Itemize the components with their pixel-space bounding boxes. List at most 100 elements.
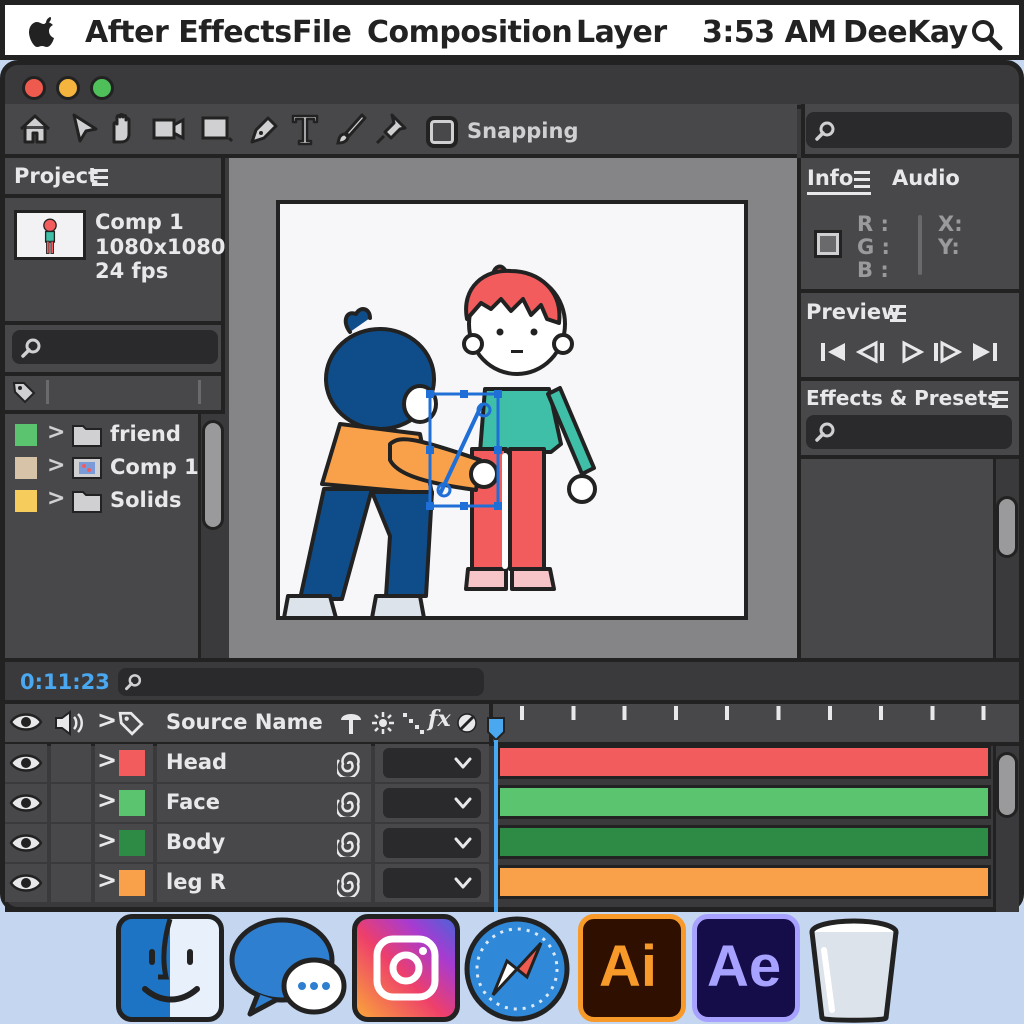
label-color-swatch[interactable] xyxy=(15,490,37,512)
panel-divider xyxy=(5,194,225,198)
home-icon[interactable] xyxy=(18,112,52,146)
label-color-swatch[interactable] xyxy=(119,830,145,856)
label-color-swatch[interactable] xyxy=(119,750,145,776)
layer-duration-bar[interactable] xyxy=(497,825,991,859)
label-color-swatch[interactable] xyxy=(15,424,37,446)
layer-row[interactable]: > leg R xyxy=(5,864,489,902)
label-tag-icon[interactable] xyxy=(118,710,144,736)
composition-menu[interactable]: Composition xyxy=(367,15,573,50)
panel-menu-icon[interactable] xyxy=(992,390,1008,408)
chevron-down-icon[interactable] xyxy=(453,754,473,772)
layer-row[interactable]: > Body xyxy=(5,824,489,862)
tab-info[interactable]: Info xyxy=(807,166,853,190)
close-window-button[interactable] xyxy=(22,76,46,100)
previous-frame-icon[interactable] xyxy=(856,340,888,364)
first-frame-icon[interactable] xyxy=(818,340,848,364)
hand-icon[interactable] xyxy=(106,112,140,146)
chevron-right-icon[interactable]: > xyxy=(97,866,117,894)
motion-blur-icon[interactable] xyxy=(456,712,478,734)
user-name[interactable]: DeeKay xyxy=(843,15,968,50)
chevron-right-icon[interactable]: > xyxy=(47,453,65,478)
visibility-eye-icon[interactable] xyxy=(9,791,43,815)
chevron-right-icon[interactable]: > xyxy=(47,420,65,445)
visibility-eye-icon[interactable] xyxy=(9,751,43,775)
swirl-icon[interactable] xyxy=(337,871,363,897)
visibility-eye-icon[interactable] xyxy=(9,871,43,895)
selection-arrow-icon[interactable] xyxy=(68,112,102,146)
audio-cell[interactable] xyxy=(51,744,91,782)
panel-menu-icon[interactable] xyxy=(890,304,906,322)
layer-menu[interactable]: Layer xyxy=(576,15,667,50)
panel-menu-icon[interactable] xyxy=(92,168,108,186)
safari-icon[interactable] xyxy=(462,914,572,1024)
visibility-eye-icon[interactable] xyxy=(9,831,43,855)
list-item[interactable]: > Comp 1 xyxy=(5,453,200,483)
layer-duration-bar[interactable] xyxy=(497,785,991,819)
swirl-icon[interactable] xyxy=(337,791,363,817)
chevron-right-icon[interactable]: > xyxy=(47,486,65,511)
collapse-transform-icon[interactable] xyxy=(370,710,396,736)
effects-fx-icon[interactable]: fx xyxy=(428,706,451,732)
last-frame-icon[interactable] xyxy=(970,340,1000,364)
chevron-down-icon[interactable] xyxy=(453,834,473,852)
label-color-swatch[interactable] xyxy=(119,790,145,816)
label-color-swatch[interactable] xyxy=(119,870,145,896)
list-item[interactable]: > Solids xyxy=(5,486,200,516)
swirl-icon[interactable] xyxy=(337,751,363,777)
layer-duration-bar[interactable] xyxy=(497,865,991,899)
illustrator-icon[interactable]: Ai xyxy=(578,914,686,1022)
audio-cell[interactable] xyxy=(51,824,91,862)
layer-row[interactable]: > Face xyxy=(5,784,489,822)
after-effects-icon[interactable]: Ae xyxy=(692,914,800,1022)
timeline-search-field[interactable] xyxy=(118,668,484,696)
composition-canvas[interactable] xyxy=(276,200,748,620)
quality-icon[interactable] xyxy=(400,710,426,736)
audio-cell[interactable] xyxy=(51,864,91,902)
chevron-right-icon[interactable]: > xyxy=(97,746,117,774)
chevron-right-icon[interactable]: > xyxy=(97,786,117,814)
pen-icon[interactable] xyxy=(248,112,282,146)
effects-scrollbar[interactable] xyxy=(996,496,1018,558)
playhead-icon[interactable] xyxy=(486,716,506,742)
label-tag-icon[interactable] xyxy=(12,380,36,404)
panel-menu-icon[interactable] xyxy=(854,170,870,188)
swirl-icon[interactable] xyxy=(337,831,363,857)
visibility-eye-icon[interactable] xyxy=(9,710,43,734)
minimize-window-button[interactable] xyxy=(56,76,80,100)
rectangle-icon[interactable] xyxy=(200,112,234,146)
source-name-header[interactable]: Source Name xyxy=(166,710,323,734)
chevron-right-icon[interactable]: > xyxy=(97,706,117,734)
type-icon[interactable] xyxy=(290,112,324,146)
chevron-down-icon[interactable] xyxy=(453,874,473,892)
apple-logo-icon[interactable] xyxy=(27,13,61,49)
layer-duration-bar[interactable] xyxy=(497,745,991,779)
brush-icon[interactable] xyxy=(334,112,368,146)
shy-layer-icon[interactable] xyxy=(338,710,364,736)
snapping-label[interactable]: Snapping xyxy=(467,119,579,143)
list-item[interactable]: > friend xyxy=(5,420,200,450)
puppet-pin-icon[interactable] xyxy=(374,112,408,146)
audio-cell[interactable] xyxy=(51,784,91,822)
finder-icon[interactable] xyxy=(116,914,224,1022)
current-timecode[interactable]: 0:11:23 xyxy=(20,670,110,694)
snapping-checkbox[interactable] xyxy=(426,116,458,148)
chevron-right-icon[interactable]: > xyxy=(97,826,117,854)
instagram-icon[interactable] xyxy=(352,914,460,1022)
zoom-window-button[interactable] xyxy=(90,76,114,100)
layer-row[interactable]: > Head xyxy=(5,744,489,782)
project-item-name: Solids xyxy=(110,488,182,512)
app-menu[interactable]: After Effects xyxy=(85,15,292,50)
timeline-scrollbar[interactable] xyxy=(996,752,1018,818)
trash-icon[interactable] xyxy=(806,916,902,1024)
tab-audio[interactable]: Audio xyxy=(892,166,960,190)
play-icon[interactable] xyxy=(900,340,924,364)
next-frame-icon[interactable] xyxy=(930,340,962,364)
camera-icon[interactable] xyxy=(152,112,186,146)
project-scrollbar[interactable] xyxy=(202,420,224,530)
search-icon[interactable] xyxy=(971,19,1003,51)
label-color-swatch[interactable] xyxy=(15,457,37,479)
chevron-down-icon[interactable] xyxy=(453,794,473,812)
audio-speaker-icon[interactable] xyxy=(53,710,87,736)
file-menu[interactable]: File xyxy=(292,15,352,50)
messages-icon[interactable] xyxy=(228,914,348,1022)
